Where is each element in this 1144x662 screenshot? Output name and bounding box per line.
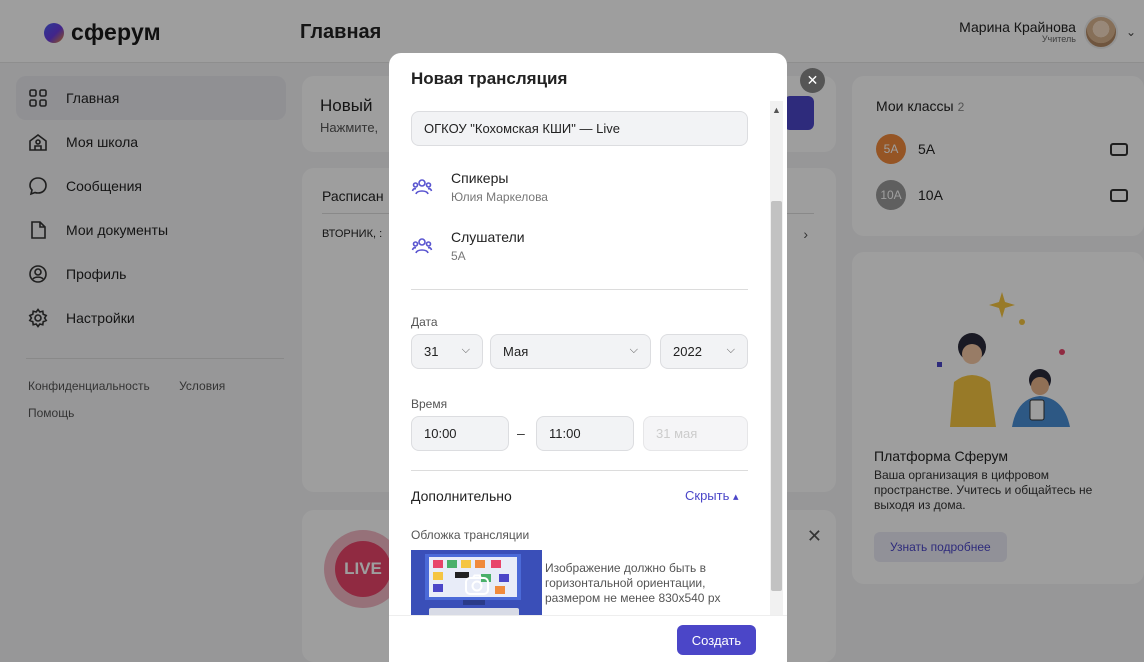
month-select[interactable]: Мая ⌵ [490,334,651,369]
scroll-up-icon[interactable]: ▲ [770,105,783,115]
year-select[interactable]: 2022 ⌵ [660,334,748,369]
scroll-thumb[interactable] [771,201,782,591]
hide-link-label: Скрыть [685,488,730,503]
date-label: Дата [411,315,438,329]
chevron-down-icon: ⌵ [461,344,470,356]
people-icon [411,179,433,195]
day-value: 31 [424,344,439,359]
time-end-value: 11:00 [549,426,581,441]
new-broadcast-modal: Новая трансляция ▲ ОГКОУ "Кохомская КШИ"… [389,53,787,662]
time-end-input[interactable]: 11:00 [536,416,634,451]
listeners-label: Слушатели [451,229,525,245]
speakers-label: Спикеры [451,170,509,186]
day-select[interactable]: 31 ⌵ [411,334,483,369]
listeners-value: 5А [451,249,466,263]
speakers-value: Юлия Маркелова [451,190,548,204]
month-value: Мая [503,344,529,359]
listeners-row[interactable]: Слушатели 5А [411,229,525,263]
time-start-input[interactable]: 10:00 [411,416,509,451]
section-divider [411,289,748,290]
modal-scrollbar[interactable]: ▲ [770,101,783,615]
end-date-placeholder: 31 мая [656,426,698,441]
time-label: Время [411,397,448,411]
end-date-input: 31 мая [643,416,748,451]
extra-section-title: Дополнительно [411,488,512,504]
section-divider [411,470,748,471]
broadcast-name-input[interactable]: ОГКОУ "Кохомская КШИ" — Live [411,111,748,146]
broadcast-name-value: ОГКОУ "Кохомская КШИ" — Live [424,121,620,136]
people-icon [411,238,433,254]
camera-icon[interactable] [465,574,489,596]
modal-title: Новая трансляция [411,69,568,88]
close-icon[interactable]: ✕ [800,68,825,93]
time-dash: – [517,425,525,441]
time-start-value: 10:00 [424,426,457,441]
speakers-row[interactable]: Спикеры Юлия Маркелова [411,170,548,204]
create-button[interactable]: Создать [677,625,756,655]
cover-label: Обложка трансляции [411,528,530,542]
year-value: 2022 [673,344,702,359]
cover-hint: Изображение должно быть в горизонтальной… [545,561,721,605]
chevron-down-icon: ⌵ [726,344,735,356]
modal-footer: Создать [389,615,787,662]
hide-link[interactable]: Скрыть ▴ [685,488,739,503]
chevron-up-icon: ▴ [733,491,739,503]
chevron-down-icon: ⌵ [629,344,638,356]
